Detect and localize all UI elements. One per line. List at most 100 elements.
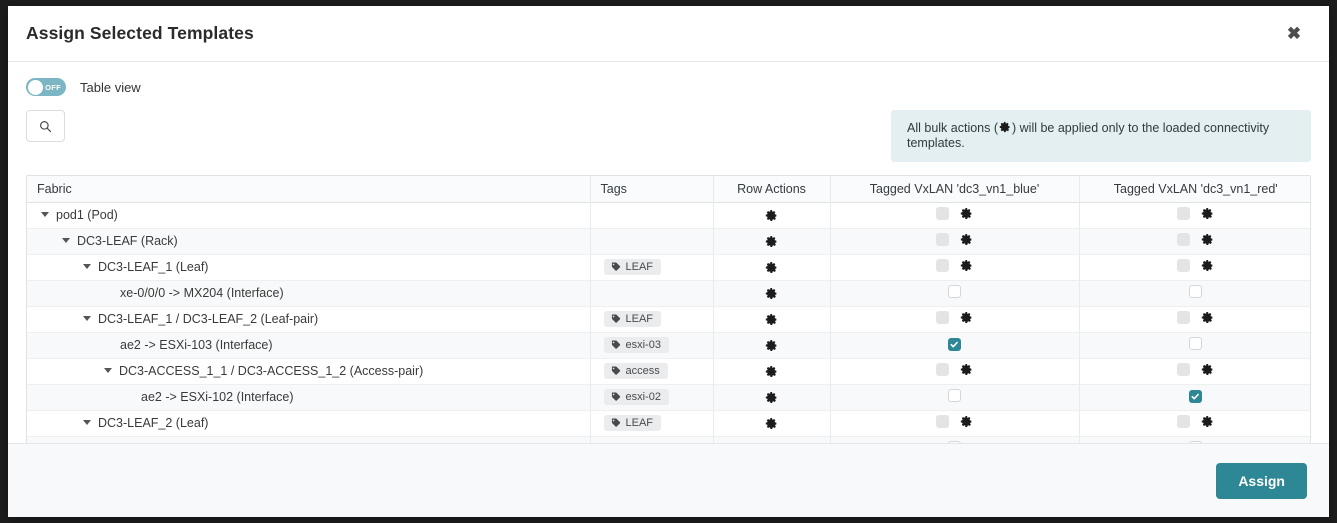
tags-cell bbox=[590, 202, 713, 228]
vxlan-red-checkbox[interactable] bbox=[1189, 337, 1202, 350]
tag-icon bbox=[610, 417, 621, 428]
vxlan-blue-checkbox[interactable] bbox=[936, 207, 949, 220]
fabric-node-label: DC3-ACCESS_1_1 / DC3-ACCESS_1_2 (Access-… bbox=[119, 364, 423, 378]
vxlan-blue-cell bbox=[830, 436, 1079, 443]
dialog-body: OFF Table view All bulk actions () will … bbox=[8, 62, 1329, 443]
vxlan-blue-checkbox[interactable] bbox=[948, 389, 961, 402]
disclosure-triangle-icon[interactable] bbox=[83, 264, 91, 269]
assign-button[interactable]: Assign bbox=[1216, 463, 1307, 499]
vxlan-blue-checkbox[interactable] bbox=[948, 285, 961, 298]
tag-label: LEAF bbox=[626, 261, 654, 273]
disclosure-triangle-icon[interactable] bbox=[62, 238, 70, 243]
gear-icon[interactable] bbox=[765, 339, 778, 352]
row-actions-cell bbox=[713, 358, 830, 384]
gear-icon[interactable] bbox=[960, 207, 973, 220]
row-actions-cell bbox=[713, 410, 830, 436]
table-row[interactable]: DC3-LEAF_1 / DC3-LEAF_2 (Leaf-pair)LEAF bbox=[27, 306, 1311, 332]
column-header-row-actions[interactable]: Row Actions bbox=[713, 176, 830, 202]
gear-icon[interactable] bbox=[960, 363, 973, 376]
table-row[interactable]: ae2 -> ESXi-102 (Interface) esxi-02 bbox=[27, 384, 1311, 410]
table-view-toggle-row: OFF Table view bbox=[26, 78, 1311, 96]
gear-icon[interactable] bbox=[1201, 259, 1214, 272]
vxlan-blue-cell bbox=[830, 202, 1079, 228]
gear-icon[interactable] bbox=[765, 417, 778, 430]
gear-icon[interactable] bbox=[960, 259, 973, 272]
tag-badge[interactable]: LEAF bbox=[604, 311, 662, 327]
vxlan-red-checkbox[interactable] bbox=[1177, 363, 1190, 376]
vxlan-red-checkbox[interactable] bbox=[1177, 207, 1190, 220]
vxlan-blue-controls bbox=[936, 415, 973, 428]
vxlan-blue-controls bbox=[936, 311, 973, 324]
table-row[interactable]: DC3-LEAF (Rack) bbox=[27, 228, 1311, 254]
vxlan-red-checkbox[interactable] bbox=[1189, 390, 1202, 403]
gear-icon[interactable] bbox=[960, 233, 973, 246]
gear-icon[interactable] bbox=[1201, 363, 1214, 376]
gear-icon[interactable] bbox=[765, 261, 778, 274]
table-row[interactable]: DC3-LEAF_2 (Leaf) LEAF bbox=[27, 410, 1311, 436]
vxlan-blue-controls bbox=[936, 207, 973, 220]
column-header-vxlan-red[interactable]: Tagged VxLAN 'dc3_vn1_red' bbox=[1079, 176, 1311, 202]
gear-icon[interactable] bbox=[1201, 311, 1214, 324]
vxlan-blue-checkbox[interactable] bbox=[936, 233, 949, 246]
tag-badge[interactable]: access bbox=[604, 363, 668, 379]
tags-cell: esxi-03 bbox=[590, 332, 713, 358]
vxlan-red-controls bbox=[1177, 233, 1214, 246]
gear-icon[interactable] bbox=[765, 235, 778, 248]
column-header-fabric[interactable]: Fabric bbox=[27, 176, 590, 202]
page-title: Assign Selected Templates bbox=[26, 23, 1279, 44]
tag-badge[interactable]: LEAF bbox=[604, 259, 662, 275]
tag-badge[interactable]: esxi-02 bbox=[604, 389, 669, 405]
fabric-node-label: ae2 -> ESXi-102 (Interface) bbox=[141, 390, 294, 404]
gear-icon[interactable] bbox=[960, 415, 973, 428]
gear-icon[interactable] bbox=[765, 209, 778, 222]
gear-icon[interactable] bbox=[765, 391, 778, 404]
vxlan-red-cell bbox=[1079, 384, 1311, 410]
disclosure-triangle-icon[interactable] bbox=[104, 368, 112, 373]
vxlan-blue-checkbox[interactable] bbox=[936, 259, 949, 272]
vxlan-blue-checkbox[interactable] bbox=[948, 338, 961, 351]
vxlan-blue-checkbox[interactable] bbox=[936, 311, 949, 324]
column-header-tags[interactable]: Tags bbox=[590, 176, 713, 202]
disclosure-triangle-icon[interactable] bbox=[83, 420, 91, 425]
fabric-cell: pod1 (Pod) bbox=[27, 202, 590, 228]
row-actions-cell bbox=[713, 384, 830, 410]
column-header-vxlan-blue[interactable]: Tagged VxLAN 'dc3_vn1_blue' bbox=[830, 176, 1079, 202]
disclosure-triangle-icon[interactable] bbox=[83, 316, 91, 321]
table-row[interactable]: xe-0/0/0 -> MX204 (Interface) bbox=[27, 436, 1311, 443]
gear-icon[interactable] bbox=[960, 311, 973, 324]
vxlan-red-checkbox[interactable] bbox=[1177, 311, 1190, 324]
vxlan-red-checkbox[interactable] bbox=[1177, 233, 1190, 246]
table-row[interactable]: pod1 (Pod) bbox=[27, 202, 1311, 228]
table-row[interactable]: xe-0/0/0 -> MX204 (Interface) bbox=[27, 280, 1311, 306]
vxlan-red-controls bbox=[1177, 259, 1214, 272]
fabric-node-label: DC3-LEAF_1 (Leaf) bbox=[98, 260, 208, 274]
gear-icon[interactable] bbox=[765, 313, 778, 326]
gear-icon[interactable] bbox=[765, 365, 778, 378]
fabric-cell: xe-0/0/0 -> MX204 (Interface) bbox=[27, 436, 590, 443]
vxlan-red-checkbox[interactable] bbox=[1177, 259, 1190, 272]
table-view-toggle[interactable]: OFF bbox=[26, 78, 66, 96]
vxlan-red-cell bbox=[1079, 280, 1311, 306]
gear-icon[interactable] bbox=[1201, 415, 1214, 428]
toggle-knob bbox=[28, 80, 43, 95]
table-row[interactable]: DC3-LEAF_1 (Leaf) LEAF bbox=[27, 254, 1311, 280]
gear-icon[interactable] bbox=[1201, 233, 1214, 246]
table-row[interactable]: ae2 -> ESXi-103 (Interface)esxi-03 bbox=[27, 332, 1311, 358]
tag-badge[interactable]: LEAF bbox=[604, 415, 662, 431]
vxlan-red-checkbox[interactable] bbox=[1177, 415, 1190, 428]
disclosure-triangle-icon[interactable] bbox=[41, 212, 49, 217]
vxlan-blue-checkbox[interactable] bbox=[936, 415, 949, 428]
vxlan-red-cell bbox=[1079, 358, 1311, 384]
search-icon bbox=[39, 120, 52, 133]
gear-icon[interactable] bbox=[1201, 207, 1214, 220]
vxlan-red-checkbox[interactable] bbox=[1189, 285, 1202, 298]
gear-icon[interactable] bbox=[765, 287, 778, 300]
tag-label: LEAF bbox=[626, 313, 654, 325]
vxlan-blue-checkbox[interactable] bbox=[936, 363, 949, 376]
table-row[interactable]: DC3-ACCESS_1_1 / DC3-ACCESS_1_2 (Access-… bbox=[27, 358, 1311, 384]
close-icon[interactable]: ✖ bbox=[1279, 19, 1309, 49]
fabric-node-label: DC3-LEAF_2 (Leaf) bbox=[98, 416, 208, 430]
tag-badge[interactable]: esxi-03 bbox=[604, 337, 669, 353]
fabric-cell: DC3-LEAF_2 (Leaf) bbox=[27, 410, 590, 436]
search-button[interactable] bbox=[26, 110, 65, 142]
